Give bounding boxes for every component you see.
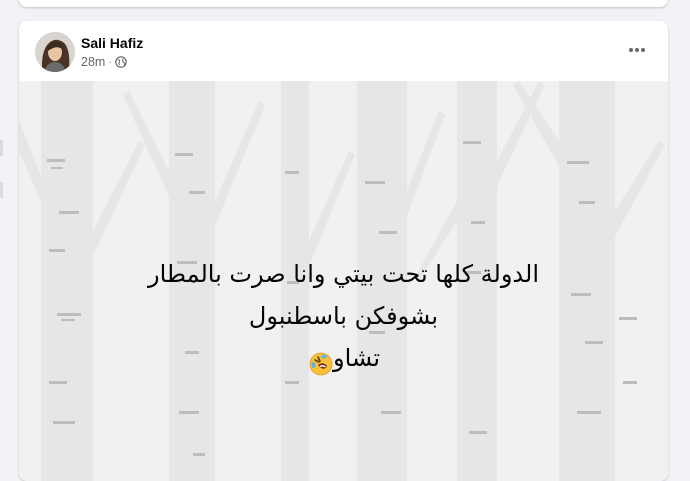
avatar[interactable] — [35, 32, 75, 72]
post-card: Sali Hafiz 28m · الدولة كلها تحت بيتي وا… — [19, 21, 668, 481]
globe-icon[interactable] — [114, 56, 127, 68]
left-edge-marker-1 — [0, 140, 3, 156]
previous-post-card — [19, 0, 668, 7]
post-text-line-2: بشوفكن باسطنبول — [248, 302, 439, 330]
author-name[interactable]: Sali Hafiz — [81, 35, 143, 51]
post-timestamp[interactable]: 28m — [81, 55, 105, 69]
post-header: Sali Hafiz 28m · — [19, 21, 668, 81]
post-meta: 28m · — [81, 55, 127, 69]
post-background-media: الدولة كلها تحت بيتي وانا صرت بالمطار بش… — [19, 81, 668, 481]
post-text-line-1: الدولة كلها تحت بيتي وانا صرت بالمطار — [147, 260, 539, 288]
more-horizontal-icon — [629, 48, 645, 52]
post-text-line-3-text: تشاو — [333, 344, 380, 372]
more-options-button[interactable] — [622, 35, 652, 65]
post-text-line-3: تشاو — [19, 337, 668, 379]
post-text: الدولة كلها تحت بيتي وانا صرت بالمطار بش… — [19, 253, 668, 379]
meta-separator: · — [108, 56, 112, 68]
left-edge-marker-2 — [0, 182, 3, 198]
avatar-image — [35, 32, 75, 72]
rolling-on-floor-laughing-icon — [309, 347, 333, 376]
